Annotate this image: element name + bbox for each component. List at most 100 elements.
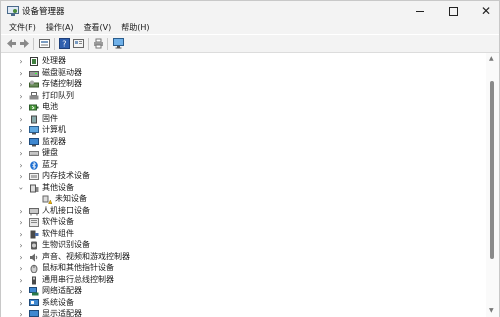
expand-chevron-icon[interactable]: › [17,171,25,182]
expand-chevron-icon[interactable]: › [17,309,25,317]
tree-item-label: 显示适配器 [42,309,82,317]
storage-controller-icon [29,80,39,88]
toolbar: ? [1,35,499,53]
expand-chevron-icon[interactable]: › [17,252,25,263]
memory-device-icon [29,173,39,180]
print-queue-icon [29,91,39,99]
device-tree[interactable]: › 处理器 › 磁盘驱动器 › 存储控制器 › 打印队列 › 电池 › 固件 ›… [1,53,486,317]
expand-chevron-icon[interactable]: › [17,298,25,309]
tree-item-label: 系统设备 [42,297,74,307]
minimize-button[interactable] [405,1,435,21]
tree-item-label: 软件组件 [42,228,74,238]
toolbar-separator [54,38,55,50]
back-arrow-icon[interactable] [6,38,17,49]
sound-icon [30,253,38,261]
menu-file[interactable]: 文件(F) [9,22,36,33]
scroll-down-arrow-icon[interactable]: ▼ [489,307,494,314]
tree-item-label: 未知设备 [55,194,87,203]
tree-item-label: 磁盘驱动器 [42,67,82,77]
menu-action[interactable]: 操作(A) [46,22,74,33]
scroll-up-arrow-icon[interactable]: ▲ [489,55,494,62]
network-adapter-icon [29,287,39,296]
hid-icon [29,207,39,215]
vertical-scrollbar[interactable]: ▲ ▼ [486,53,499,317]
tree-item-label: 电池 [42,102,58,111]
close-icon: ✕ [480,4,492,18]
expand-chevron-icon[interactable]: › [17,206,25,217]
expand-chevron-icon[interactable]: › [17,286,25,297]
monitor-icon[interactable] [113,38,124,49]
maximize-icon [448,6,458,16]
tree-item-label: 生物识别设备 [42,240,90,249]
tree-item-label: 打印队列 [42,90,74,100]
tree-item-label: 计算机 [42,125,66,134]
disk-drive-icon [29,70,39,77]
expand-chevron-icon[interactable]: › [17,229,25,240]
expand-chevron-icon[interactable]: › [17,79,25,90]
tree-item-label: 其他设备 [42,182,74,192]
tree-item-label: 固件 [42,113,58,123]
expand-chevron-icon[interactable]: › [17,91,25,102]
tree-item-label: 声音、视频和游戏控制器 [42,251,130,261]
scrollbar-thumb[interactable] [490,81,494,259]
system-device-icon [29,298,39,306]
properties-icon[interactable] [73,38,84,49]
battery-icon [29,104,39,111]
expand-chevron-icon[interactable]: › [17,68,25,79]
biometric-icon [31,241,37,250]
expand-chevron-icon[interactable]: › [17,160,25,171]
close-button[interactable]: ✕ [471,1,500,21]
svg-text:?: ? [62,40,66,49]
processor-icon [30,57,38,66]
expand-chevron-icon[interactable]: › [17,56,25,67]
computer-icon [29,126,39,135]
maximize-button[interactable] [438,1,468,21]
expand-chevron-icon[interactable]: › [17,240,25,251]
tree-item-label: 通用串行总线控制器 [42,274,114,284]
software-component-icon [30,230,39,238]
menu-help[interactable]: 帮助(H) [121,22,149,33]
expand-chevron-icon[interactable]: › [17,275,25,286]
tree-item-label: 鼠标和其他指针设备 [42,263,114,272]
toolbar-separator [88,38,89,50]
device-manager-window: 设备管理器 ✕ 文件(F) 操作(A) 查看(V) 帮助(H) ? › 处理器 … [0,0,500,317]
tree-item-label: 网络适配器 [42,286,82,295]
bluetooth-icon [30,160,38,170]
toolbar-separator [107,38,108,50]
forward-arrow-icon[interactable] [19,38,30,49]
mouse-icon [30,264,38,273]
expand-chevron-icon[interactable]: › [17,263,25,274]
expand-chevron-icon[interactable]: › [17,114,25,125]
other-devices-icon [30,184,39,192]
tree-item-label: 内存技术设备 [42,171,90,180]
tree-item-label: 处理器 [42,56,66,65]
minimize-icon [416,10,424,12]
unknown-device-warning-icon [42,195,52,204]
software-device-icon [29,218,39,227]
menu-view[interactable]: 查看(V) [84,22,112,33]
title-bar[interactable]: 设备管理器 ✕ [1,1,499,21]
window-title: 设备管理器 [22,7,65,17]
expand-chevron-icon[interactable]: › [17,217,25,228]
toolbar-separator [33,38,34,50]
printer-icon[interactable] [93,38,104,49]
keyboard-icon [29,151,39,156]
usb-icon [32,276,36,284]
firmware-icon [31,115,37,123]
tree-item-label: 蓝牙 [42,159,58,169]
expand-chevron-icon[interactable]: › [17,148,25,159]
device-view-icon[interactable] [39,38,50,49]
tree-item-label: 监视器 [42,136,66,146]
help-icon[interactable]: ? [59,38,70,49]
menu-bar: 文件(F) 操作(A) 查看(V) 帮助(H) [1,21,499,34]
tree-item-label: 存储控制器 [42,79,82,88]
expand-chevron-icon[interactable]: › [17,125,25,136]
monitor-icon [29,137,39,146]
tree-item-label: 键盘 [42,148,58,157]
display-adapter-icon [29,310,39,317]
collapse-chevron-icon[interactable]: › [16,184,27,192]
device-manager-icon [7,6,19,16]
tree-item-label: 软件设备 [42,217,74,226]
expand-chevron-icon[interactable]: › [17,102,25,113]
expand-chevron-icon[interactable]: › [17,137,25,148]
